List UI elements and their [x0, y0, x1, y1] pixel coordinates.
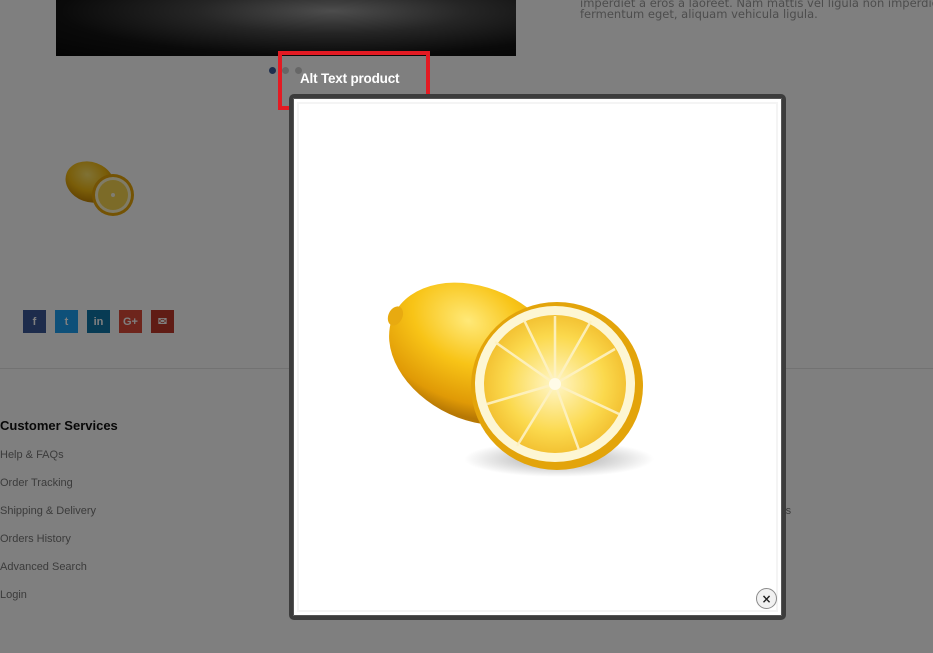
lightbox-content [297, 102, 778, 612]
lemon-product-image [379, 254, 669, 488]
lightbox-close-button[interactable]: × [756, 588, 777, 609]
image-lightbox [289, 94, 786, 620]
close-icon: × [761, 591, 772, 606]
